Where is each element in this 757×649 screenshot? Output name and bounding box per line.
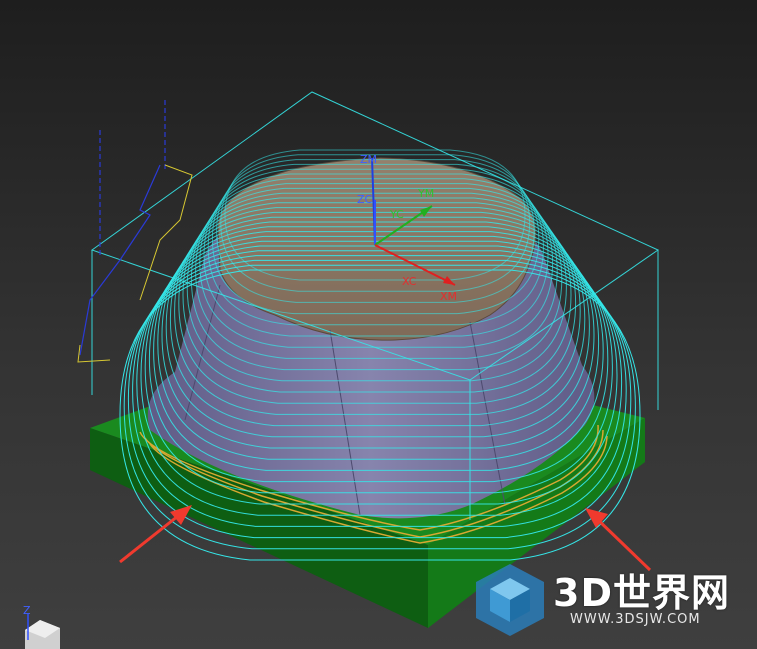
zc-label: ZC — [357, 193, 373, 206]
xm-label: XM — [440, 290, 457, 303]
ym-label: YM — [417, 187, 434, 200]
xc-label: XC — [402, 275, 417, 288]
watermark: 3D世界网 WWW.3DSJW.COM — [470, 560, 755, 640]
zm-label: ZM — [360, 153, 377, 166]
cad-viewport[interactable]: ZM ZC YM YC XC XM Z 3D世界网 WWW.3DSJW.COM — [0, 0, 757, 649]
watermark-cube-icon — [476, 564, 544, 636]
watermark-url: WWW.3DSJW.COM — [570, 612, 701, 627]
triad-z-label: Z — [23, 604, 31, 617]
watermark-brand: 3D世界网 — [553, 571, 730, 615]
cam-scene: ZM ZC YM YC XC XM Z — [23, 91, 660, 649]
coordinate-triad-icon[interactable]: Z — [23, 604, 60, 649]
red-arrow-icon — [119, 505, 192, 564]
yc-label: YC — [389, 208, 404, 221]
